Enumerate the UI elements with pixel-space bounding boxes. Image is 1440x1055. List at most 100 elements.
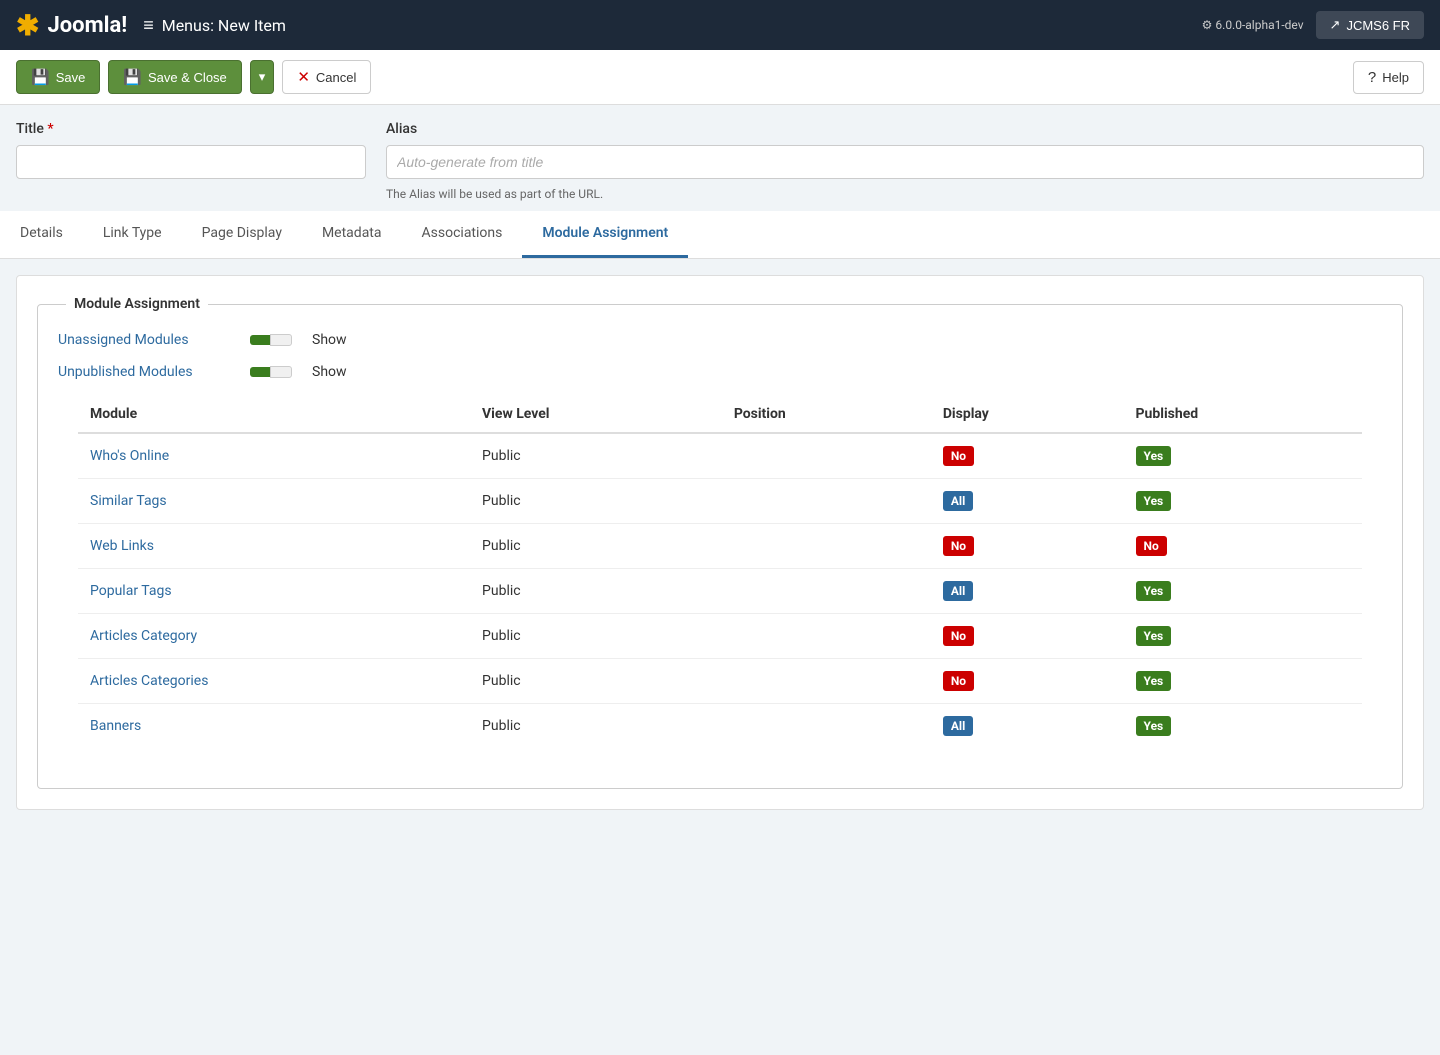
title-label: Title * — [16, 121, 366, 137]
module-published-cell: Yes — [1124, 569, 1362, 614]
module-assignment-section: Module Assignment Unassigned Modules Sho… — [0, 275, 1440, 830]
module-display-cell: All — [931, 704, 1124, 749]
published-badge[interactable]: No — [1136, 536, 1167, 556]
display-badge[interactable]: No — [943, 446, 974, 466]
module-link[interactable]: Articles Categories — [90, 673, 208, 689]
unassigned-toggle[interactable] — [250, 334, 292, 346]
col-position: Position — [722, 396, 931, 433]
module-assignment-legend: Module Assignment — [66, 296, 208, 312]
save-icon: 💾 — [31, 68, 50, 86]
col-published: Published — [1124, 396, 1362, 433]
toolbar-actions: 💾 Save 💾 Save & Close ▾ ✕ Cancel — [16, 60, 371, 94]
cancel-button[interactable]: ✕ Cancel — [282, 60, 371, 94]
joomla-star-icon: ✱ — [16, 9, 39, 42]
unassigned-toggle-on[interactable] — [250, 335, 270, 345]
save-close-button[interactable]: 💾 Save & Close — [108, 60, 241, 94]
module-published-cell: Yes — [1124, 614, 1362, 659]
module-name-cell: Similar Tags — [78, 479, 470, 524]
published-badge[interactable]: Yes — [1136, 626, 1172, 646]
module-display-cell: No — [931, 433, 1124, 479]
module-link[interactable]: Popular Tags — [90, 583, 172, 599]
required-indicator: * — [47, 121, 53, 137]
module-position-cell — [722, 524, 931, 569]
table-row: Articles Categories Public No Yes — [78, 659, 1362, 704]
module-name-cell: Banners — [78, 704, 470, 749]
module-position-cell — [722, 433, 931, 479]
module-link[interactable]: Articles Category — [90, 628, 197, 644]
module-link[interactable]: Web Links — [90, 538, 154, 554]
tab-module-assignment[interactable]: Module Assignment — [522, 211, 688, 258]
top-section: Title * Alias The Alias will be used as … — [0, 105, 1440, 201]
unpublished-toggle[interactable] — [250, 366, 292, 378]
module-published-cell: Yes — [1124, 704, 1362, 749]
external-link-icon: ↗ — [1330, 17, 1341, 33]
help-button[interactable]: ? Help — [1353, 61, 1424, 94]
table-row: Similar Tags Public All Yes — [78, 479, 1362, 524]
display-badge[interactable]: No — [943, 626, 974, 646]
alias-label: Alias — [386, 121, 1424, 137]
published-badge[interactable]: Yes — [1136, 446, 1172, 466]
joomla-wordmark: Joomla! — [47, 13, 127, 38]
hamburger-icon[interactable]: ≡ — [143, 15, 154, 36]
module-assignment-panel: Module Assignment Unassigned Modules Sho… — [16, 275, 1424, 810]
unpublished-modules-label: Unpublished Modules — [58, 364, 238, 380]
module-name-cell: Web Links — [78, 524, 470, 569]
module-published-cell: No — [1124, 524, 1362, 569]
module-position-cell — [722, 659, 931, 704]
toolbar: 💾 Save 💾 Save & Close ▾ ✕ Cancel ? Help — [0, 50, 1440, 105]
display-badge[interactable]: No — [943, 671, 974, 691]
page-heading: Menus: New Item — [162, 16, 286, 35]
display-badge[interactable]: No — [943, 536, 974, 556]
unpublished-modules-row: Unpublished Modules Show — [58, 364, 1382, 380]
module-display-cell: All — [931, 569, 1124, 614]
module-position-cell — [722, 569, 931, 614]
tabs-bar: Details Link Type Page Display Metadata … — [0, 211, 1440, 259]
published-badge[interactable]: Yes — [1136, 491, 1172, 511]
page-title-topbar: ≡ Menus: New Item — [143, 15, 286, 36]
tab-metadata[interactable]: Metadata — [302, 211, 402, 258]
topbar-left: ✱ Joomla! ≡ Menus: New Item — [16, 9, 286, 42]
col-display: Display — [931, 396, 1124, 433]
module-name-cell: Who's Online — [78, 433, 470, 479]
module-display-cell: No — [931, 659, 1124, 704]
col-module: Module — [78, 396, 470, 433]
topbar: ✱ Joomla! ≡ Menus: New Item ⚙ 6.0.0-alph… — [0, 0, 1440, 50]
save-button[interactable]: 💾 Save — [16, 60, 100, 94]
unpublished-show-label: Show — [312, 364, 347, 380]
toolbar-right: ? Help — [1353, 61, 1424, 94]
version-label: ⚙ 6.0.0-alpha1-dev — [1202, 18, 1304, 32]
module-link[interactable]: Similar Tags — [90, 493, 167, 509]
module-published-cell: Yes — [1124, 479, 1362, 524]
title-field-group: Title * — [16, 121, 366, 201]
tab-page-display[interactable]: Page Display — [182, 211, 302, 258]
title-input[interactable] — [16, 145, 366, 179]
table-row: Popular Tags Public All Yes — [78, 569, 1362, 614]
published-badge[interactable]: Yes — [1136, 581, 1172, 601]
tab-associations[interactable]: Associations — [402, 211, 523, 258]
display-badge[interactable]: All — [943, 581, 973, 601]
module-view-level-cell: Public — [470, 659, 722, 704]
module-display-cell: All — [931, 479, 1124, 524]
unpublished-toggle-on[interactable] — [250, 367, 270, 377]
published-badge[interactable]: Yes — [1136, 671, 1172, 691]
site-preview-button[interactable]: ↗ JCMS6 FR — [1316, 11, 1424, 39]
help-icon: ? — [1368, 69, 1376, 86]
display-badge[interactable]: All — [943, 716, 973, 736]
unassigned-toggle-off[interactable] — [270, 334, 292, 346]
module-link[interactable]: Banners — [90, 718, 141, 734]
published-badge[interactable]: Yes — [1136, 716, 1172, 736]
module-table: Module View Level Position Display Publi… — [78, 396, 1362, 748]
alias-hint: The Alias will be used as part of the UR… — [386, 187, 1424, 201]
module-position-cell — [722, 479, 931, 524]
tab-link-type[interactable]: Link Type — [83, 211, 182, 258]
tab-details[interactable]: Details — [0, 211, 83, 258]
module-link[interactable]: Who's Online — [90, 448, 169, 464]
alias-input[interactable] — [386, 145, 1424, 179]
unpublished-toggle-off[interactable] — [270, 366, 292, 378]
joomla-x-icon: ⚙ — [1202, 18, 1213, 32]
module-assignment-fieldset: Module Assignment Unassigned Modules Sho… — [37, 296, 1403, 789]
display-badge[interactable]: All — [943, 491, 973, 511]
module-position-cell — [722, 704, 931, 749]
module-view-level-cell: Public — [470, 569, 722, 614]
save-dropdown-button[interactable]: ▾ — [250, 60, 275, 94]
